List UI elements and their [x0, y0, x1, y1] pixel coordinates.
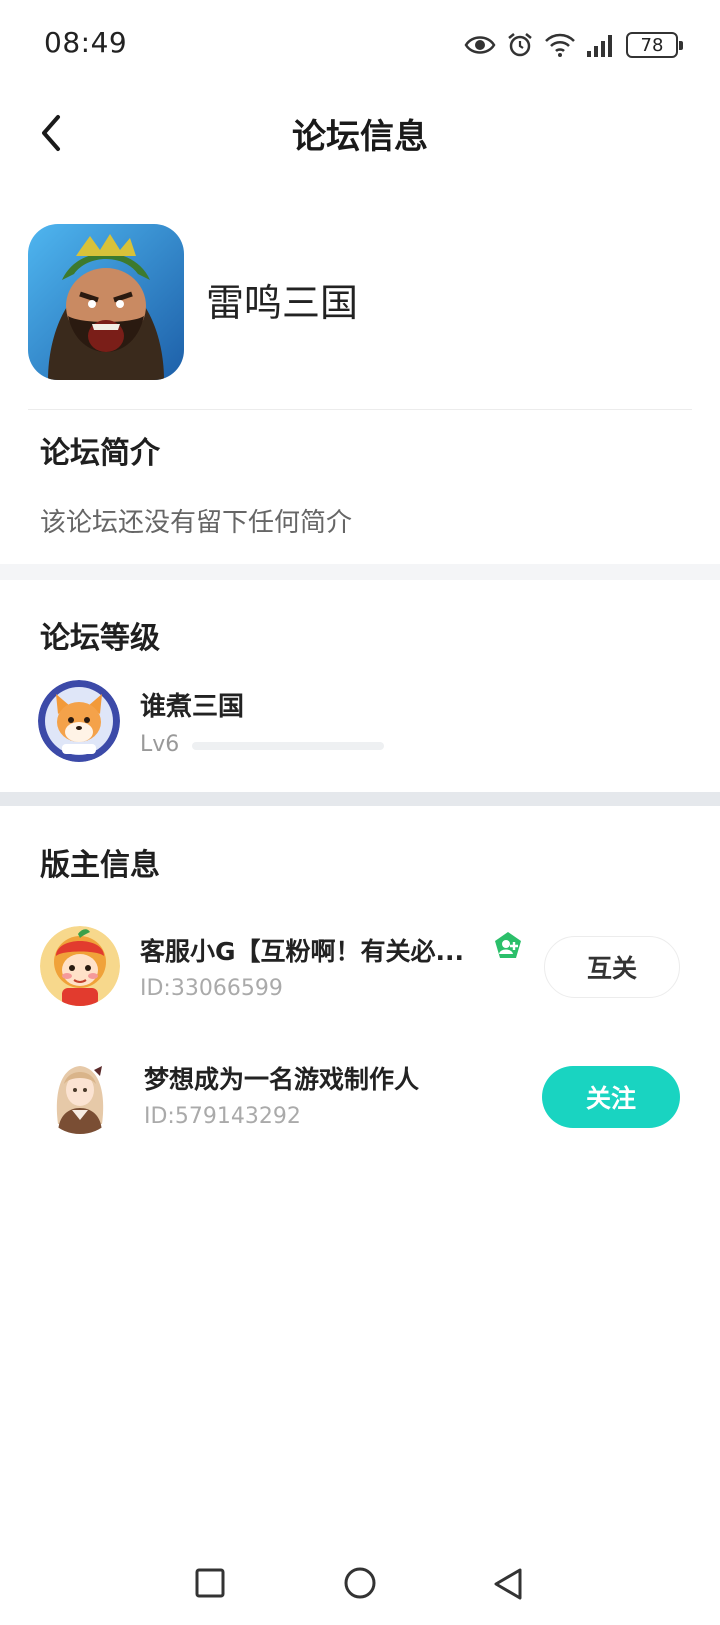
level-name: 谁煮三国 — [140, 692, 245, 722]
home-icon[interactable] — [342, 1567, 378, 1603]
forum-name: 雷鸣三国 — [206, 281, 359, 325]
intro-text: 该论坛还没有留下任何简介 — [40, 508, 353, 538]
moderator-row[interactable]: 客服小G【互粉啊！有关必... ID:33066599 互关 — [40, 926, 690, 1010]
moderator-avatar[interactable] — [40, 1054, 120, 1134]
mutual-follow-button[interactable]: 互关 — [544, 936, 680, 998]
signal-icon — [587, 35, 612, 57]
level-badge: Lv6 — [140, 732, 180, 757]
forum-game-icon — [28, 224, 184, 380]
level-row[interactable]: 谁煮三国 Lv6 — [38, 680, 678, 764]
level-avatar — [38, 680, 120, 762]
alarm-icon — [508, 33, 532, 57]
forum-header: 雷鸣三国 — [28, 224, 692, 410]
moderator-id: ID:33066599 — [140, 976, 283, 1001]
system-nav-bar — [0, 1545, 720, 1625]
level-title: 论坛等级 — [40, 621, 160, 656]
moderator-avatar[interactable] — [40, 926, 120, 1006]
back-nav-icon[interactable] — [492, 1567, 524, 1601]
status-icons: 78 — [464, 28, 683, 62]
section-divider — [0, 564, 720, 580]
moderator-row[interactable]: 梦想成为一名游戏制作人 ID:579143292 关注 — [40, 1054, 690, 1138]
status-bar: 08:49 78 — [0, 0, 720, 90]
follow-button[interactable]: 关注 — [542, 1066, 680, 1128]
moderator-name: 客服小G【互粉啊！有关必... — [140, 937, 465, 966]
eye-icon — [464, 36, 496, 54]
wifi-icon — [545, 33, 575, 57]
status-time: 08:49 — [44, 26, 128, 59]
section-divider — [0, 792, 720, 806]
battery-indicator: 78 — [626, 32, 683, 58]
moderator-id: ID:579143292 — [144, 1104, 301, 1129]
recent-apps-icon[interactable] — [194, 1567, 226, 1599]
moderators-title: 版主信息 — [40, 848, 160, 883]
level-progress-bar — [192, 742, 384, 750]
moderator-badge-icon — [495, 932, 521, 958]
intro-title: 论坛简介 — [40, 436, 160, 471]
nav-bar: 论坛信息 — [0, 95, 720, 173]
moderator-name: 梦想成为一名游戏制作人 — [144, 1065, 420, 1094]
page-title: 论坛信息 — [292, 117, 428, 157]
